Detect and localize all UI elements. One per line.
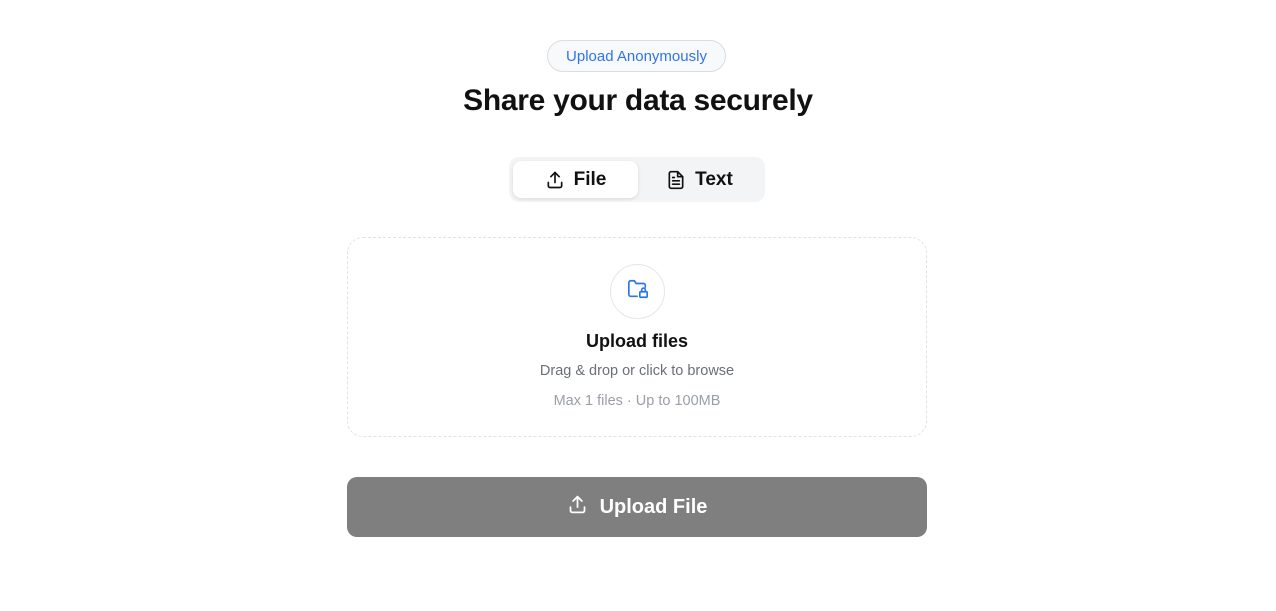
dropzone-subtitle: Drag & drop or click to browse: [539, 363, 735, 379]
upload-anonymously-badge[interactable]: Upload Anonymously: [547, 40, 726, 72]
upload-file-button[interactable]: Upload File: [347, 477, 927, 537]
dropzone-icon-circle: [610, 264, 665, 319]
dropzone-limits: Max 1 files · Up to 100MB: [553, 393, 721, 409]
tab-file[interactable]: File: [513, 161, 638, 198]
page-title: Share your data securely: [463, 84, 813, 117]
folder-lock-icon: [627, 278, 649, 305]
tab-text[interactable]: Text: [638, 161, 761, 198]
tab-text-label: Text: [695, 168, 733, 190]
document-text-icon: [666, 170, 686, 190]
file-dropzone[interactable]: Upload files Drag & drop or click to bro…: [347, 237, 927, 437]
upload-icon: [567, 494, 588, 521]
mode-tabs: File Text: [509, 157, 765, 202]
upload-icon: [545, 170, 565, 190]
badge-label: Upload Anonymously: [566, 47, 707, 65]
page: Upload Anonymously Share your data secur…: [0, 0, 1276, 611]
dropzone-title: Upload files: [585, 331, 688, 351]
upload-file-label: Upload File: [599, 495, 708, 518]
tab-file-label: File: [573, 168, 607, 190]
